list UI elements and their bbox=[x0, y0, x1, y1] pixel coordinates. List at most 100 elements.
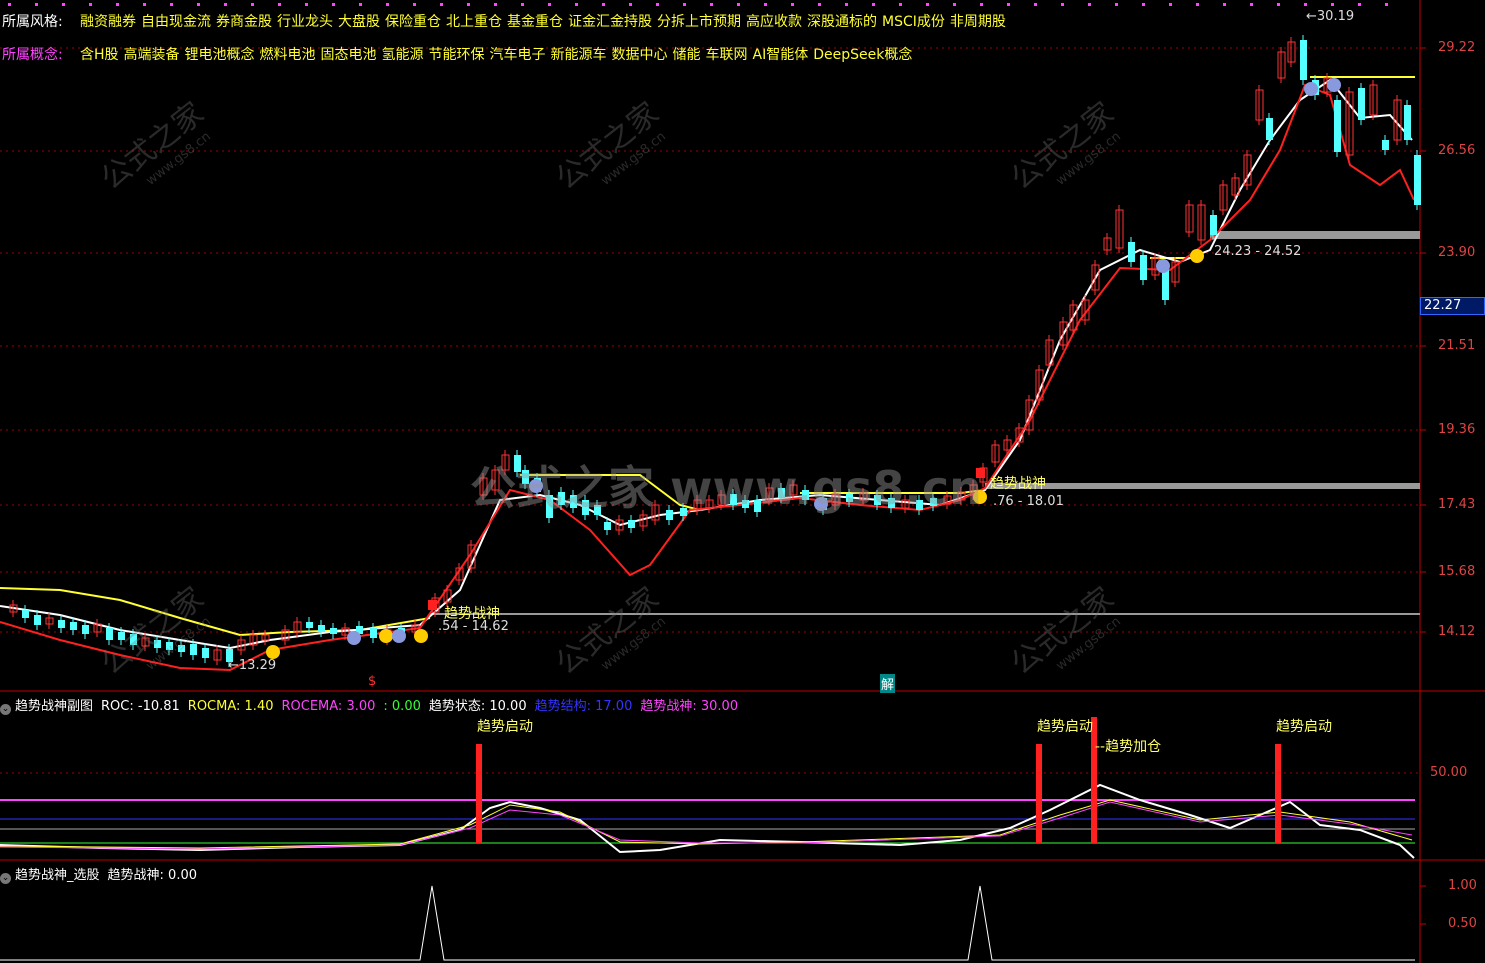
legend-item: 趋势状态: 10.00 bbox=[429, 699, 527, 714]
top-dot bbox=[521, 3, 524, 6]
low-price-label: ←13.29 bbox=[228, 658, 277, 673]
style-row: 所属风格: 融资融券 自由现金流 券商金股 行业龙头 大盘股 保险重仓 北上重仓 基金重仓 证金汇… bbox=[2, 11, 1011, 31]
candle-body bbox=[742, 500, 749, 508]
candle-body bbox=[778, 488, 785, 498]
concept-item[interactable]: 节能环保 bbox=[429, 47, 485, 63]
legend-value: 0.00 bbox=[387, 699, 421, 714]
top-dot bbox=[1196, 3, 1199, 6]
style-item[interactable]: 行业龙头 bbox=[277, 14, 333, 30]
top-dot bbox=[494, 3, 497, 6]
candle-body bbox=[888, 498, 895, 508]
collapse-icon[interactable]: ⌄ bbox=[0, 704, 11, 715]
subchart2-legend: ⌄ 趋势战神_选股 趋势战神: 0.00 bbox=[0, 864, 197, 884]
concept-item[interactable]: 储能 bbox=[673, 47, 701, 63]
concept-label: 所属概念: bbox=[2, 47, 63, 63]
style-item[interactable]: 券商金股 bbox=[216, 14, 272, 30]
concept-item[interactable]: 高端装备 bbox=[124, 47, 180, 63]
price-axis-label: 29.22 bbox=[1438, 40, 1476, 55]
style-item[interactable]: 融资融券 bbox=[80, 14, 136, 30]
rocma-line bbox=[0, 799, 1413, 849]
top-dot bbox=[683, 3, 686, 6]
style-item[interactable]: 高应收款 bbox=[746, 14, 802, 30]
subchart2-title: 趋势战神_选股 bbox=[15, 868, 100, 883]
candle-body bbox=[130, 634, 137, 645]
top-dot bbox=[1142, 3, 1145, 6]
candle-body bbox=[594, 505, 601, 515]
concept-item[interactable]: 固态电池 bbox=[321, 47, 377, 63]
candle-body bbox=[154, 640, 161, 648]
top-dot bbox=[143, 3, 146, 6]
top-dot bbox=[1088, 3, 1091, 6]
concept-item[interactable]: 车联网 bbox=[706, 47, 748, 63]
candle-body bbox=[178, 645, 185, 652]
style-item[interactable]: 深股通标的 bbox=[807, 14, 877, 30]
style-item[interactable]: 北上重仓 bbox=[446, 14, 502, 30]
candle-body bbox=[558, 492, 565, 505]
top-dot bbox=[1250, 3, 1253, 6]
high-price-label: ←30.19 bbox=[1306, 9, 1355, 24]
style-item[interactable]: 非周期股 bbox=[950, 14, 1006, 30]
concept-item[interactable]: 新能源车 bbox=[551, 47, 607, 63]
subchart2-axis-value: 1.00 bbox=[1448, 878, 1477, 893]
candle-body bbox=[754, 500, 761, 512]
top-dot bbox=[116, 3, 119, 6]
legend-item: ROCMA: 1.40 bbox=[188, 699, 274, 714]
concept-item[interactable]: AI智能体 bbox=[753, 47, 809, 63]
candle-body bbox=[1404, 105, 1411, 140]
concept-items[interactable]: 含H股 高端装备 锂电池概念 燃料电池 固态电池 氢能源 节能环保 汽车电子 新能源车 数据中心储… bbox=[80, 47, 917, 63]
candle-body bbox=[930, 498, 937, 506]
top-dot bbox=[1223, 3, 1226, 6]
price-axis-label: 17.43 bbox=[1438, 497, 1476, 512]
candle-body bbox=[846, 494, 853, 502]
candle-body bbox=[666, 510, 673, 520]
top-dot bbox=[656, 3, 659, 6]
price-axis-label: 14.12 bbox=[1438, 624, 1476, 639]
candle-body bbox=[22, 610, 29, 618]
frown-icon bbox=[1156, 259, 1170, 273]
top-dot bbox=[467, 3, 470, 6]
style-item[interactable]: 分拆上市预期 bbox=[657, 14, 741, 30]
style-item[interactable]: MSCI成份 bbox=[882, 14, 945, 30]
price-axis-label: 26.56 bbox=[1438, 143, 1476, 158]
top-dot bbox=[926, 3, 929, 6]
smile-icon bbox=[414, 629, 428, 643]
style-item[interactable]: 证金汇金持股 bbox=[568, 14, 652, 30]
top-dot bbox=[1358, 3, 1361, 6]
concept-item[interactable]: 汽车电子 bbox=[490, 47, 546, 63]
concept-item[interactable]: DeepSeek概念 bbox=[813, 47, 912, 63]
concept-item[interactable]: 含H股 bbox=[80, 47, 119, 63]
subchart2-axis-value: 0.50 bbox=[1448, 916, 1477, 931]
top-dot bbox=[845, 3, 848, 6]
concept-item[interactable]: 锂电池概念 bbox=[185, 47, 255, 63]
concept-item[interactable]: 数据中心 bbox=[612, 47, 668, 63]
candle-body bbox=[604, 522, 611, 530]
top-dot bbox=[1385, 3, 1388, 6]
candle-body bbox=[522, 470, 529, 484]
dollar-mark: $ bbox=[368, 674, 377, 689]
top-dot bbox=[89, 3, 92, 6]
collapse-icon[interactable]: ⌄ bbox=[0, 873, 11, 884]
range-label: .76 - 18.01 bbox=[993, 494, 1064, 509]
candle-body bbox=[70, 622, 77, 630]
candle-body bbox=[1210, 215, 1217, 235]
concept-item[interactable]: 燃料电池 bbox=[260, 47, 316, 63]
top-dot bbox=[1034, 3, 1037, 6]
concept-row: 所属概念: 含H股 高端装备 锂电池概念 燃料电池 固态电池 氢能源 节能环保 汽车电子 新能源车… bbox=[2, 44, 917, 64]
chart-canvas[interactable] bbox=[0, 0, 1485, 963]
top-dot bbox=[737, 3, 740, 6]
style-item[interactable]: 基金重仓 bbox=[507, 14, 563, 30]
candle-body bbox=[306, 622, 313, 628]
signal-label: 趋势战神 bbox=[990, 476, 1046, 492]
concept-item[interactable]: 氢能源 bbox=[382, 47, 424, 63]
style-item[interactable]: 自由现金流 bbox=[141, 14, 211, 30]
legend-value: 1.40 bbox=[240, 699, 274, 714]
legend-value: 3.00 bbox=[342, 699, 376, 714]
top-dot bbox=[710, 3, 713, 6]
style-item[interactable]: 大盘股 bbox=[338, 14, 380, 30]
trend-start-label: 趋势启动 bbox=[1037, 719, 1093, 735]
style-item[interactable]: 保险重仓 bbox=[385, 14, 441, 30]
buy-signal-icon bbox=[428, 600, 437, 610]
style-items[interactable]: 融资融券 自由现金流 券商金股 行业龙头 大盘股 保险重仓 北上重仓 基金重仓 证金汇金持股 分拆… bbox=[80, 14, 1011, 30]
legend-value: -10.81 bbox=[133, 699, 180, 714]
candle-body bbox=[628, 520, 635, 528]
